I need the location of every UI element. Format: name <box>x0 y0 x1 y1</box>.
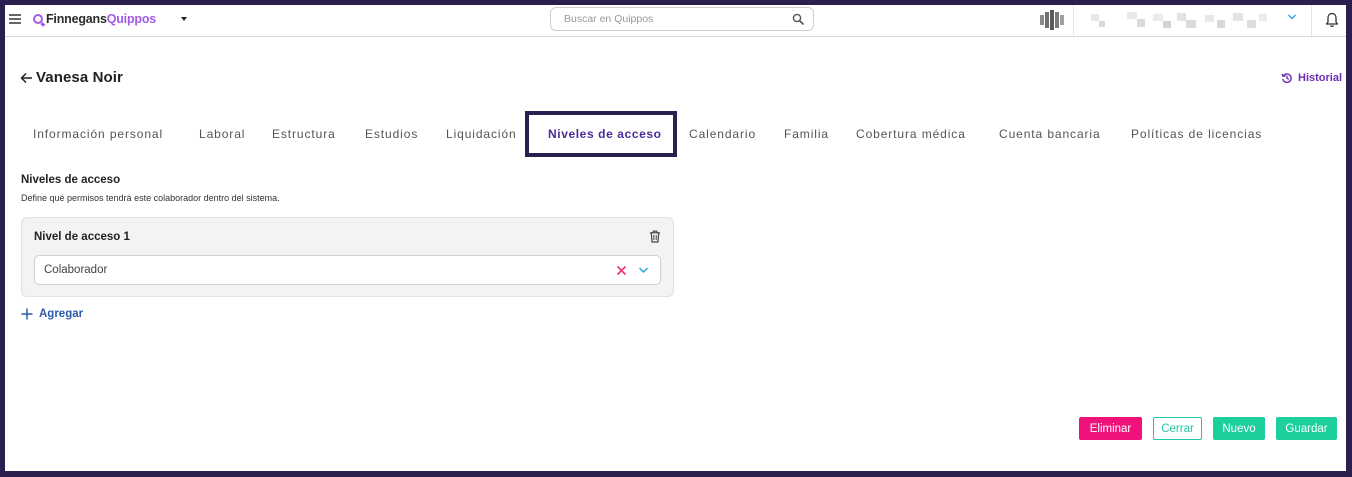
chevron-down-icon[interactable] <box>1287 13 1297 21</box>
access-level-value: Colaborador <box>44 264 108 276</box>
logo-text-finnegans: Finnegans <box>46 12 107 26</box>
eliminar-button[interactable]: Eliminar <box>1079 417 1142 440</box>
back-arrow-icon[interactable] <box>20 72 33 84</box>
tab-cobertura-medica[interactable]: Cobertura médica <box>856 127 966 141</box>
active-tab-highlight <box>525 111 677 157</box>
topbar-divider <box>1073 5 1074 37</box>
clear-icon[interactable] <box>616 265 627 276</box>
page-header: Vanesa Noir <box>20 69 123 86</box>
tab-calendario[interactable]: Calendario <box>689 127 756 141</box>
bell-icon[interactable] <box>1325 12 1339 28</box>
access-level-card: Nivel de acceso 1 Colaborador <box>21 217 674 297</box>
app-logo[interactable]: Finnegans Quippos <box>33 12 156 26</box>
history-icon <box>1281 73 1292 83</box>
topbar-divider <box>1311 5 1312 37</box>
organization-logo-icon[interactable] <box>1039 9 1065 31</box>
trash-icon[interactable] <box>649 230 661 243</box>
access-level-title: Nivel de acceso 1 <box>34 231 130 243</box>
app-window: Finnegans Quippos Buscar en Quippos Vane… <box>5 5 1346 471</box>
historial-link[interactable]: Historial <box>1281 72 1342 84</box>
search-box[interactable] <box>550 7 814 31</box>
add-access-level-button[interactable]: Agregar <box>21 308 83 320</box>
user-menu-obscured[interactable] <box>1087 11 1277 31</box>
tab-cuenta-bancaria[interactable]: Cuenta bancaria <box>999 127 1101 141</box>
cerrar-button[interactable]: Cerrar <box>1153 417 1202 440</box>
add-label: Agregar <box>39 308 84 320</box>
top-bar: Finnegans Quippos <box>5 5 1346 37</box>
menu-icon[interactable] <box>9 14 21 24</box>
logo-search-icon <box>33 14 43 24</box>
guardar-button[interactable]: Guardar <box>1276 417 1337 440</box>
access-level-select[interactable]: Colaborador <box>34 255 661 285</box>
plus-icon <box>21 308 33 320</box>
tab-informacion-personal[interactable]: Información personal <box>33 127 163 141</box>
tab-laboral[interactable]: Laboral <box>199 127 245 141</box>
search-input[interactable] <box>564 8 784 30</box>
app-switcher-caret-icon[interactable] <box>181 17 187 21</box>
tab-familia[interactable]: Familia <box>784 127 829 141</box>
tab-estructura[interactable]: Estructura <box>272 127 336 141</box>
nuevo-button[interactable]: Nuevo <box>1213 417 1265 440</box>
tab-liquidacion[interactable]: Liquidación <box>446 127 517 141</box>
section-title: Niveles de acceso <box>21 174 121 186</box>
search-icon[interactable] <box>792 13 804 25</box>
section-description: Define qué permisos tendrá este colabora… <box>21 193 280 203</box>
logo-text-quippos: Quippos <box>106 12 157 26</box>
tab-estudios[interactable]: Estudios <box>365 127 418 141</box>
page-title: Vanesa Noir <box>36 69 123 86</box>
chevron-down-icon[interactable] <box>638 266 649 274</box>
tab-politicas-de-licencias[interactable]: Políticas de licencias <box>1131 127 1262 141</box>
historial-label: Historial <box>1298 72 1343 84</box>
